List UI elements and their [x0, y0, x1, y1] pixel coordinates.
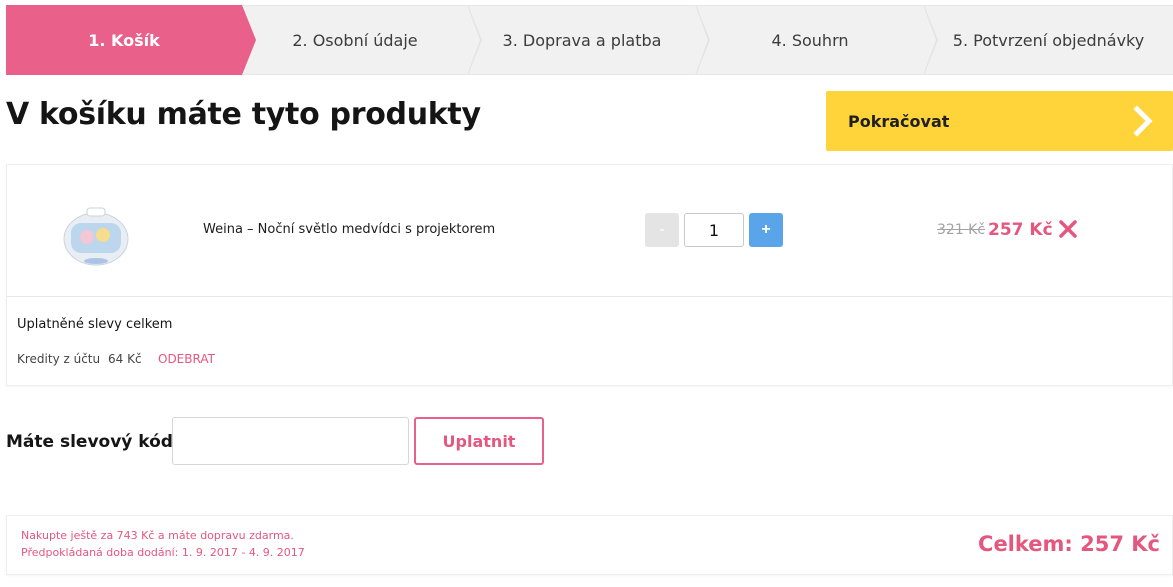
- remove-credit-link[interactable]: ODEBRAT: [158, 352, 215, 366]
- step-cart[interactable]: 1. Košík: [6, 5, 256, 75]
- step-shipping-payment-label: 3. Doprava a platba: [502, 30, 662, 50]
- discounted-price: 257 Kč: [988, 220, 1053, 240]
- step-shipping-payment[interactable]: 3. Doprava a platba: [468, 5, 710, 75]
- step-cart-label: 1. Košík: [88, 30, 160, 50]
- quantity-decrease-button[interactable]: -: [645, 213, 679, 247]
- cart-card: Weina – Noční světlo medvídci s projekto…: [6, 164, 1173, 386]
- page-title: V košíku máte tyto produkty: [6, 97, 481, 132]
- close-icon[interactable]: [1057, 218, 1079, 240]
- credit-value: 64 Kč: [108, 352, 142, 366]
- apply-coupon-button[interactable]: Uplatnit: [414, 417, 544, 465]
- continue-button-label: Pokračovat: [848, 111, 950, 131]
- order-total: Celkem: 257 Kč: [978, 532, 1160, 556]
- checkout-steps: 1. Košík 2. Osobní údaje 3. Doprava a pl…: [6, 5, 1173, 75]
- order-summary: Nakupte ještě za 743 Kč a máte dopravu z…: [6, 515, 1173, 575]
- product-name[interactable]: Weina – Noční světlo medvídci s projekto…: [203, 222, 495, 237]
- quantity-input[interactable]: [684, 213, 744, 247]
- original-price: 321 Kč: [937, 222, 986, 238]
- step-confirmation[interactable]: 5. Potvrzení objednávky: [924, 5, 1173, 75]
- coupon-label: Máte slevový kód?: [6, 432, 183, 452]
- coupon-code-input[interactable]: [172, 417, 409, 465]
- step-confirmation-label: 5. Potvrzení objednávky: [952, 30, 1145, 50]
- cart-item-row: Weina – Noční světlo medvídci s projekto…: [7, 165, 1172, 297]
- discounts-title: Uplatněné slevy celkem: [17, 317, 173, 332]
- free-shipping-note: Nakupte ještě za 743 Kč a máte dopravu z…: [21, 529, 294, 542]
- product-thumbnail[interactable]: [57, 193, 135, 271]
- chevron-right-icon: [1133, 105, 1153, 137]
- credit-label: Kredity z účtu: [17, 352, 101, 366]
- step-personal-info-label: 2. Osobní údaje: [292, 30, 418, 50]
- step-personal-info[interactable]: 2. Osobní údaje: [242, 5, 482, 75]
- delivery-estimate: Předpokládaná doba dodání: 1. 9. 2017 - …: [21, 546, 305, 559]
- quantity-increase-button[interactable]: +: [749, 213, 783, 247]
- step-summary-label: 4. Souhrn: [771, 30, 849, 50]
- continue-button[interactable]: Pokračovat: [826, 91, 1173, 151]
- step-summary[interactable]: 4. Souhrn: [696, 5, 938, 75]
